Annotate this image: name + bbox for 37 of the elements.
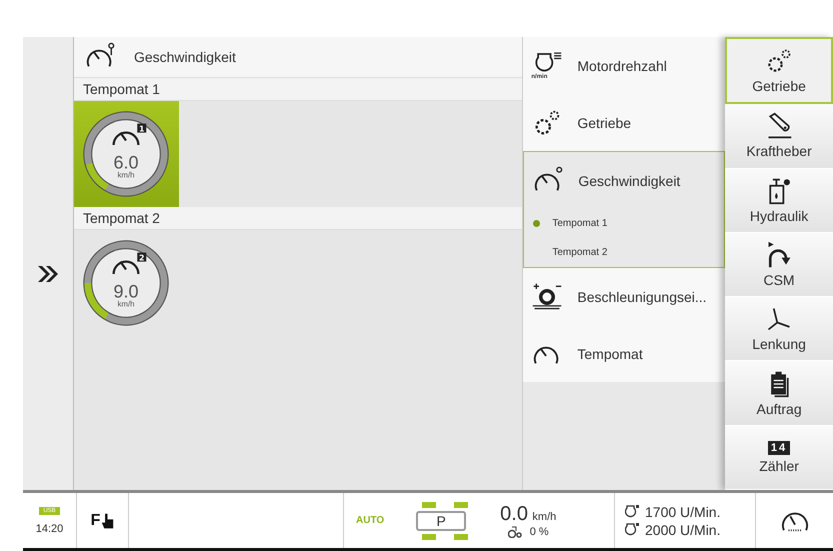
function-key-label: F — [90, 512, 100, 530]
slip-percent: 0 % — [530, 526, 549, 538]
speed-unit: km/h — [532, 511, 556, 523]
side-tab[interactable]: 14 Zähler — [725, 426, 833, 490]
speed-unit: km/h — [118, 300, 135, 309]
speed-value: 6.0 — [114, 152, 139, 173]
side-tab[interactable]: CSM — [725, 232, 833, 298]
panel-title: Geschwindigkeit — [134, 49, 236, 65]
section-label: Tempomat 2 — [74, 207, 522, 230]
submenu-item[interactable]: Tempomat 1 — [524, 209, 724, 238]
side-tab[interactable]: Hydraulik — [725, 168, 833, 233]
speed-value: 9.0 — [114, 282, 139, 302]
counter-digits: 14 — [768, 440, 790, 455]
speedometer-icon — [112, 132, 140, 146]
auto-mode-label: AUTO — [356, 515, 384, 526]
menu-item[interactable]: Beschleunigungsei... — [523, 268, 726, 325]
speed-value: 0.0 — [500, 503, 528, 525]
side-tab[interactable]: Lenkung — [725, 297, 833, 362]
side-tab[interactable]: Auftrag — [725, 361, 833, 426]
menu-item[interactable]: Getriebe — [523, 94, 726, 151]
side-tab[interactable]: Kraftheber — [725, 104, 833, 169]
engine-icon — [625, 504, 639, 518]
engine-rpm: 1700 U/Min. — [645, 504, 720, 520]
section-label: Tempomat 1 — [74, 78, 522, 101]
hand-pointer-icon[interactable] — [101, 512, 114, 530]
menu-item[interactable]: Geschwindigkeit — [524, 152, 724, 209]
engine-icon — [625, 522, 639, 536]
menu-item[interactable]: Tempomat — [523, 325, 726, 382]
tractor-icon — [508, 526, 522, 538]
speedometer-icon — [112, 260, 140, 274]
wheel-icon — [531, 282, 564, 312]
side-tab[interactable]: Getriebe — [725, 37, 833, 104]
submenu-item[interactable]: Tempomat 2 — [524, 238, 724, 267]
engine-rpm: 2000 U/Min. — [645, 522, 720, 538]
speed-unit: km/h — [118, 170, 135, 180]
double-chevron-icon[interactable] — [36, 264, 59, 282]
clock-time: 14:20 — [36, 522, 64, 534]
